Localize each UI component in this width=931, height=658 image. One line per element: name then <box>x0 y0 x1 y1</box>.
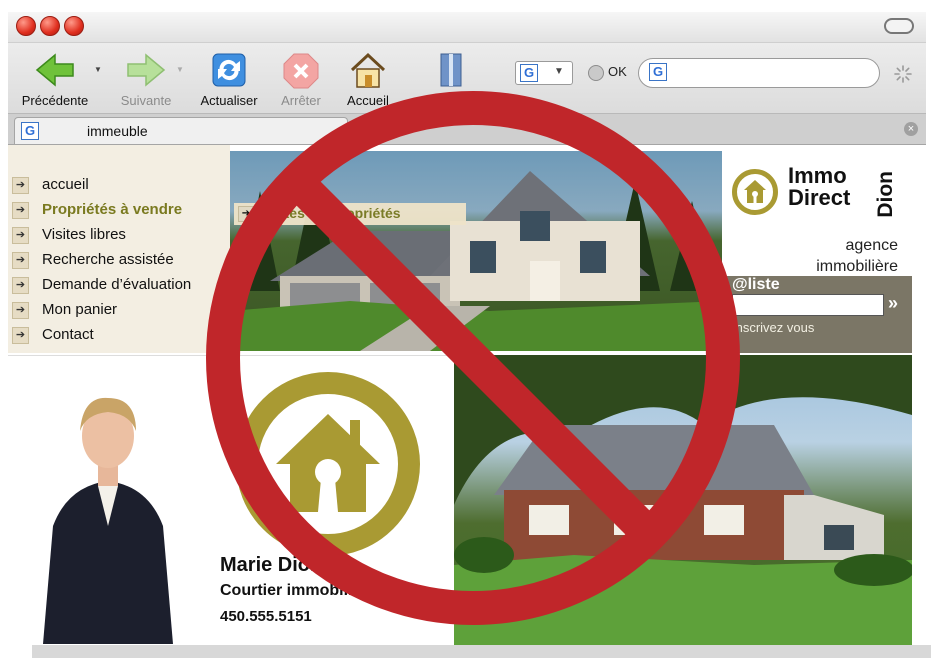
home-icon <box>350 52 386 88</box>
agent-phone: 450.555.5151 <box>220 608 312 625</box>
go-circle-icon <box>588 64 604 81</box>
status-strip <box>32 645 931 658</box>
ok-button[interactable]: OK <box>588 61 627 83</box>
house-illustration <box>454 355 912 645</box>
featured-house-image <box>454 355 912 645</box>
arrow-bullet-icon: ➔ <box>12 227 29 244</box>
home-button[interactable]: Accueil <box>336 47 400 109</box>
hero-house-image <box>230 151 722 351</box>
brand-tagline1: agence <box>845 237 899 254</box>
reload-icon <box>212 53 246 87</box>
sidebar-item-recherche[interactable]: ➔ Recherche assistée <box>12 248 227 272</box>
brand-logo: Immo Direct Dion agence immobilière <box>722 151 912 276</box>
agent-name: Marie Dion <box>220 554 323 576</box>
google-icon: G <box>649 63 667 81</box>
brand-line1: Immo <box>788 163 847 188</box>
close-window-button[interactable] <box>16 16 36 36</box>
google-favicon-icon: G <box>21 122 39 140</box>
sidebar-item-proprietes[interactable]: ➔ Propriétés à vendre <box>12 198 227 222</box>
title-bar <box>8 12 926 43</box>
newsletter-email-input[interactable] <box>732 294 884 316</box>
loading-spinner-icon <box>894 65 912 83</box>
forward-history-chevron-icon[interactable]: ▼ <box>176 65 184 74</box>
newsletter-subscribe-link[interactable]: Inscrivez vous <box>732 320 814 335</box>
google-icon: G <box>520 64 538 82</box>
arrow-bullet-icon: ➔ <box>12 302 29 319</box>
house-illustration <box>230 171 722 351</box>
newsletter-panel: @liste » Inscrivez vous <box>722 276 912 353</box>
browser-window: Précédente ▼ Suivante ▼ Actualiser Arrêt… <box>0 0 931 658</box>
arrow-bullet-icon: ➔ <box>12 327 29 344</box>
forward-arrow-icon <box>127 53 166 87</box>
brand-tagline2: immobilière <box>816 258 898 275</box>
agent-section: Marie Dion Courtier immobilier 450.555.5… <box>8 355 454 645</box>
page-content: ➔ accueil ➔ Propriétés à vendre ➔ Visite… <box>8 145 912 645</box>
sidebar-item-evaluation[interactable]: ➔ Demande d’évaluation <box>12 273 227 297</box>
toolbar-toggle-button[interactable] <box>884 18 914 34</box>
zoom-window-button[interactable] <box>64 16 84 36</box>
tab-immeuble[interactable]: G immeuble <box>14 117 348 144</box>
sidebar-item-accueil[interactable]: ➔ accueil <box>12 173 227 197</box>
bookmarks-button[interactable]: Signets <box>423 47 479 109</box>
stop-icon <box>283 53 319 89</box>
brand-vertical-name: Dion <box>874 171 897 218</box>
stop-button[interactable]: Arrêter <box>270 47 332 109</box>
newsletter-submit-button[interactable]: » <box>888 293 898 314</box>
sidebar-item-visites[interactable]: ➔ Visites libres <box>12 223 227 247</box>
agent-photo <box>43 397 173 644</box>
back-arrow-icon <box>35 53 74 87</box>
arrow-bullet-icon: ➔ <box>12 252 29 269</box>
house-keyhole-logo-icon <box>236 372 420 556</box>
arrow-bullet-icon: ➔ <box>12 177 29 194</box>
arrow-bullet-icon: ➔ <box>12 202 29 219</box>
tab-bar: G immeuble × <box>8 114 926 145</box>
close-tab-icon[interactable]: × <box>904 122 918 136</box>
agent-role: Courtier immobilier <box>220 582 368 599</box>
reload-button[interactable]: Actualiser <box>190 47 268 109</box>
search-input[interactable]: G <box>638 58 880 88</box>
sidebar-item-contact[interactable]: ➔ Contact <box>12 323 227 347</box>
back-history-chevron-icon[interactable]: ▼ <box>94 65 102 74</box>
search-engine-select[interactable]: G ▼ <box>515 61 573 85</box>
minimize-window-button[interactable] <box>40 16 60 36</box>
sidebar-nav: ➔ accueil ➔ Propriétés à vendre ➔ Visite… <box>8 145 230 353</box>
brand-line2: Direct <box>788 185 851 210</box>
forward-button[interactable]: Suivante <box>106 47 186 109</box>
arrow-bullet-icon: ➔ <box>238 206 254 222</box>
submenu-toutes-proprietes[interactable]: ➔ Toutes les propriétés <box>234 203 466 225</box>
toolbar: Précédente ▼ Suivante ▼ Actualiser Arrêt… <box>8 43 926 114</box>
house-logo-icon <box>732 169 778 215</box>
chevron-down-icon: ▼ <box>554 66 564 77</box>
arrow-bullet-icon: ➔ <box>12 277 29 294</box>
newsletter-title: @liste <box>732 276 780 293</box>
back-button[interactable]: Précédente <box>10 47 100 109</box>
bookmarks-icon <box>440 53 462 87</box>
sidebar-item-panier[interactable]: ➔ Mon panier <box>12 298 227 322</box>
